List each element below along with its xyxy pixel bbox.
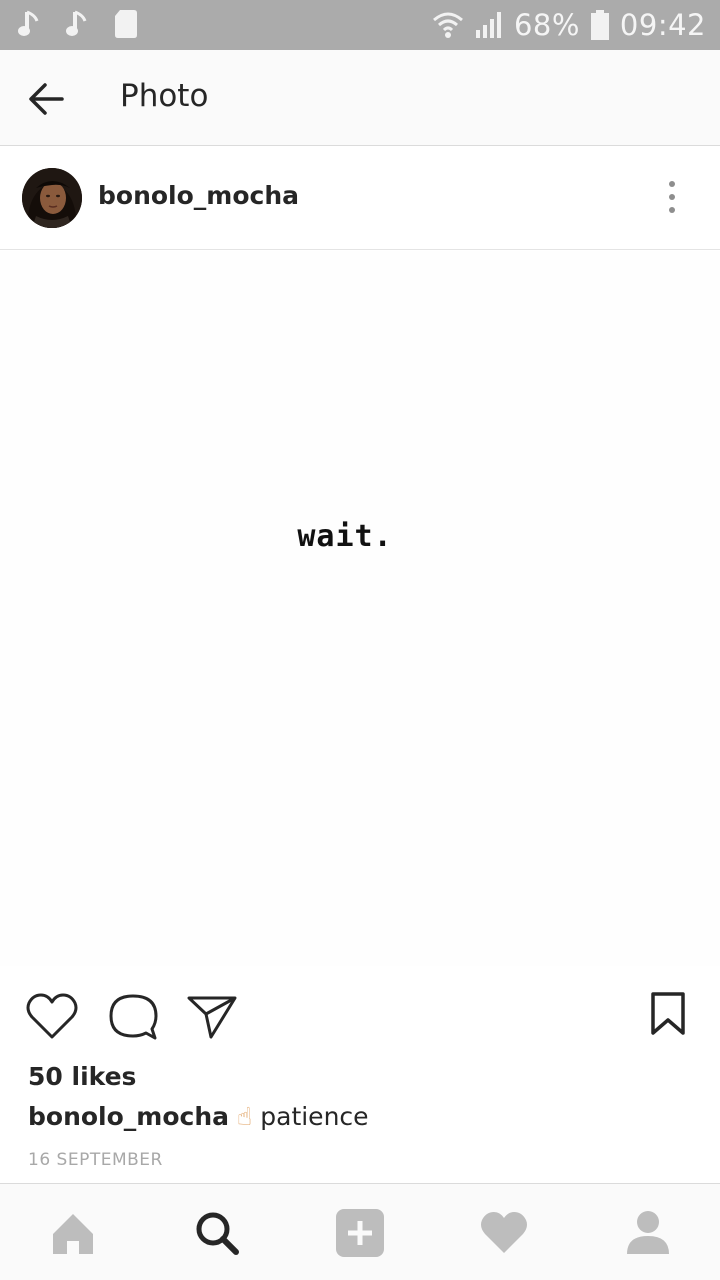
arrow-left-icon [29,83,64,115]
post-photo[interactable]: wait. [0,251,720,966]
avatar-image [22,168,82,228]
likes-count[interactable]: 50 likes [28,1062,136,1091]
caption-text: patience [260,1102,369,1131]
pointing-up-emoji: ☝ [237,1102,253,1131]
post-username[interactable]: bonolo_mocha [98,181,299,210]
sd-card-icon [115,10,137,38]
avatar[interactable] [22,168,82,228]
app-bar: Photo [0,50,720,146]
photo-text: wait. [297,519,393,554]
nav-search[interactable] [192,1208,242,1258]
clock: 09:42 [619,8,706,42]
nav-activity[interactable] [479,1208,529,1258]
share-icon [187,996,237,1039]
comment-button[interactable] [108,993,158,1041]
search-icon [196,1212,239,1255]
bookmark-button[interactable] [650,992,686,1036]
profile-icon [627,1211,669,1254]
wifi-icon [432,12,463,38]
caption: bonolo_mocha ☝ patience [28,1102,369,1131]
more-vertical-icon [669,181,675,213]
nav-profile[interactable] [623,1208,673,1258]
music-note-icon [66,10,87,36]
battery-percent: 68% [513,8,580,42]
heart-icon [26,993,78,1039]
back-button[interactable] [24,76,70,122]
bottom-navigation [0,1183,720,1280]
status-bar: 68% 09:42 [0,0,720,50]
like-button[interactable] [26,993,78,1041]
nav-add[interactable] [335,1208,385,1258]
share-button[interactable] [186,994,238,1040]
add-icon [336,1209,384,1257]
page-title: Photo [120,78,209,114]
more-options-button[interactable] [656,179,688,219]
status-bar-notifications [18,9,138,39]
post-date: 16 SEPTEMBER [28,1150,163,1170]
bookmark-icon [651,992,685,1035]
caption-username[interactable]: bonolo_mocha [28,1102,229,1131]
home-icon [53,1214,93,1254]
signal-icon [475,12,501,38]
status-bar-system: 68% 09:42 [432,6,706,44]
music-note-icon [18,10,39,36]
comment-icon [109,994,158,1040]
nav-home[interactable] [48,1208,98,1258]
battery-icon [590,10,609,40]
post-header: bonolo_mocha [0,147,720,250]
activity-heart-icon [481,1212,527,1253]
